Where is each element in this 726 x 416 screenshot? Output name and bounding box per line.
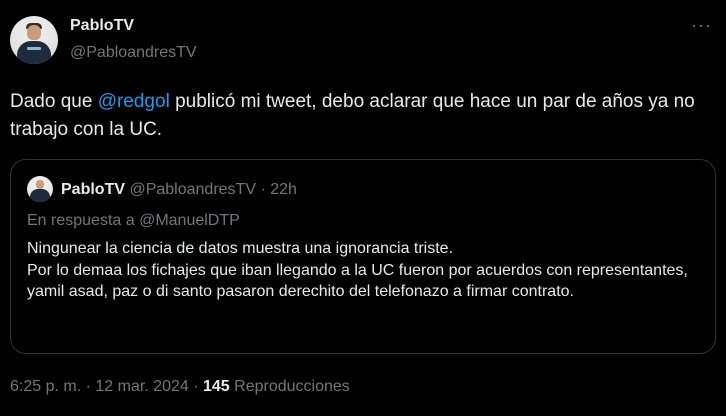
quoted-handle: @PabloandresTV — [129, 181, 256, 198]
more-options-icon[interactable]: ··· — [691, 15, 712, 35]
quoted-display-name: PabloTV — [61, 181, 126, 198]
tweet-time[interactable]: 6:25 p. m. — [10, 378, 81, 395]
tweet-meta: 6:25 p. m. · 12 mar. 2024 · 145 Reproduc… — [10, 377, 350, 397]
views-count: 145 — [203, 378, 230, 395]
author-display-name[interactable]: PabloTV — [70, 16, 134, 36]
avatar-head — [27, 25, 41, 40]
tweet-text: Dado que @redgol publicó mi tweet, debo … — [10, 88, 710, 144]
meta-separator: · — [188, 378, 203, 395]
avatar-body — [30, 189, 50, 202]
tweet-date[interactable]: 12 mar. 2024 — [95, 378, 188, 395]
author-handle[interactable]: @PabloandresTV — [70, 43, 197, 63]
tweet-text-part: Dado que — [10, 91, 98, 112]
quoted-text: Ningunear la ciencia de datos muestra un… — [27, 238, 707, 303]
quoted-header: PabloTV @PabloandresTV · 22h — [61, 180, 297, 200]
quoted-timestamp: 22h — [270, 181, 297, 198]
avatar-head — [36, 180, 44, 189]
reply-context: En respuesta a @ManuelDTP — [27, 212, 240, 229]
quoted-avatar — [27, 176, 53, 202]
quoted-separator: · — [256, 181, 271, 198]
avatar-body — [17, 41, 51, 64]
meta-separator: · — [81, 378, 96, 395]
quoted-text-line: Por lo demaa los fichajes que iban llega… — [27, 261, 688, 301]
quoted-text-line: Ningunear la ciencia de datos muestra un… — [27, 240, 454, 257]
avatar-shirt-logo — [27, 47, 41, 50]
views-label: Reproducciones — [229, 378, 350, 395]
avatar[interactable] — [10, 16, 58, 64]
mention-link[interactable]: @redgol — [98, 91, 170, 112]
quoted-tweet[interactable]: PabloTV @PabloandresTV · 22h En respuest… — [10, 159, 716, 354]
